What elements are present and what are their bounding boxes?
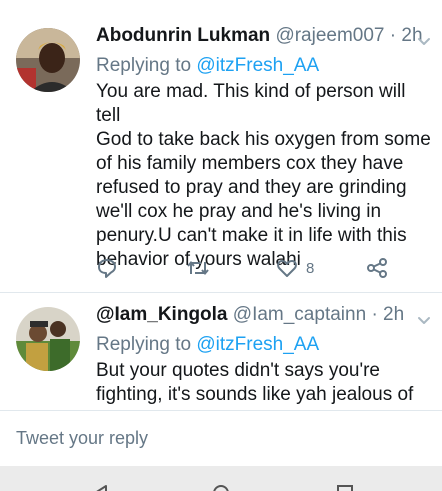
- replying-to: Replying to @itzFresh_AA: [96, 54, 434, 78]
- recents-icon[interactable]: [336, 484, 354, 491]
- replying-to-label: Replying to: [96, 334, 192, 355]
- share-button[interactable]: [366, 257, 388, 279]
- retweet-button[interactable]: [186, 257, 210, 279]
- share-icon: [367, 258, 387, 278]
- home-icon[interactable]: [212, 484, 230, 491]
- replying-to-handle[interactable]: @itzFresh_AA: [196, 334, 319, 355]
- avatar[interactable]: [16, 307, 80, 371]
- replying-to-handle[interactable]: @itzFresh_AA: [196, 55, 319, 76]
- system-nav-bar: [0, 466, 442, 491]
- separator-dot: ·: [371, 304, 378, 325]
- replying-to: Replying to @itzFresh_AA: [96, 333, 434, 357]
- reply-input[interactable]: Tweet your reply: [16, 428, 148, 449]
- like-button[interactable]: 8: [276, 257, 314, 279]
- tweet-text: But your quotes didn't says you're fight…: [96, 359, 434, 407]
- replying-to-label: Replying to: [96, 55, 192, 76]
- chevron-down-icon[interactable]: [416, 313, 432, 329]
- chevron-down-icon[interactable]: [416, 34, 432, 50]
- avatar[interactable]: [16, 28, 80, 92]
- tweet-text-line: refused to pray and they are grinding: [96, 177, 407, 198]
- separator-dot: ·: [389, 25, 397, 46]
- user-handle[interactable]: @Iam_captainn: [233, 304, 366, 325]
- like-count: 8: [306, 259, 315, 277]
- retweet-icon: [187, 260, 209, 276]
- tweet-text-line: penury.U can't make it in life with this: [96, 225, 407, 246]
- user-handle[interactable]: @rajeem007: [275, 25, 384, 46]
- tweet-text-line: of his family members cox they have: [96, 153, 404, 174]
- reply-composer[interactable]: Tweet your reply: [0, 410, 442, 467]
- tweet[interactable]: @Iam_Kingola @Iam_captainn · 2h Replying…: [0, 293, 442, 410]
- tweet-text-line: But your quotes didn't says you're: [96, 360, 380, 381]
- like-icon: [277, 260, 297, 277]
- back-icon[interactable]: [92, 484, 110, 491]
- tweet-text-line: God to take back his oxygen from some: [96, 129, 431, 150]
- display-name[interactable]: Abodunrin Lukman: [96, 25, 270, 46]
- reply-icon: [98, 259, 116, 278]
- tweet-text-line: fighting, it's sounds like yah jealous o…: [96, 384, 414, 405]
- tweet-text: You are mad. This kind of person will te…: [96, 80, 434, 272]
- timestamp: 2h: [383, 304, 405, 325]
- tweet-text-line: You are mad. This kind of person will te…: [96, 81, 406, 126]
- reply-button[interactable]: [96, 257, 118, 279]
- tweet-text-line: we'll cox he pray and he's living in: [96, 201, 382, 222]
- display-name[interactable]: @Iam_Kingola: [96, 304, 228, 325]
- tweet[interactable]: Abodunrin Lukman @rajeem007 · 2h Replyin…: [0, 0, 442, 290]
